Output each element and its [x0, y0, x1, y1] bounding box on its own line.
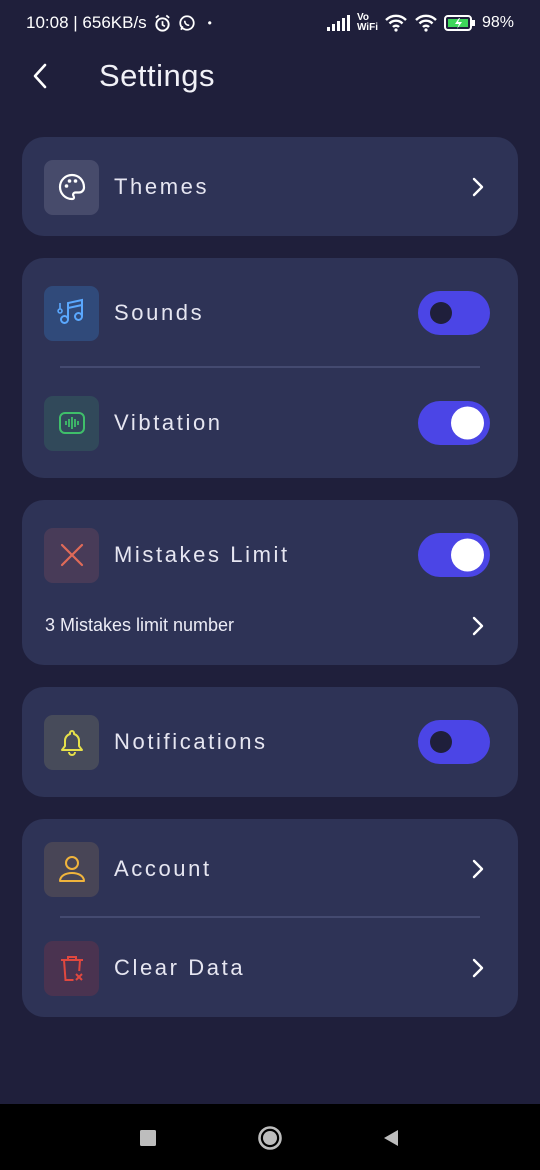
back-nav-button[interactable] [377, 1124, 405, 1152]
sounds-label: Sounds [114, 300, 205, 325]
vowifi-text: Vo WiFi [356, 12, 378, 33]
chevron-right-icon [468, 616, 488, 636]
themes-label: Themes [114, 174, 210, 199]
vibration-toggle[interactable] [418, 401, 490, 445]
mistakes-limit-number-label: 3 Mistakes limit number [45, 615, 235, 635]
status-right: Vo WiFi 98% [326, 12, 514, 33]
status-bar: 10:08 | 656KB/s • Vo WiFi 98% [0, 0, 540, 46]
mistakes-limit-toggle[interactable] [418, 533, 490, 577]
chevron-right-icon [468, 177, 488, 197]
wifi-icon [414, 14, 438, 32]
clear-data-row[interactable]: Clear Data [22, 928, 518, 1008]
settings-screen: 10:08 | 656KB/s • Vo WiFi 98% Settings T… [0, 0, 540, 1170]
wifi-calling-icon [384, 14, 408, 32]
app-header: Settings [0, 50, 540, 106]
battery-percent: 98% [481, 14, 514, 31]
trash-icon [44, 940, 99, 996]
music-note-icon [44, 285, 99, 341]
toggle-knob [451, 538, 484, 572]
account-row[interactable]: Account [22, 829, 518, 909]
vibration-icon [44, 395, 99, 451]
status-dot: • [207, 16, 212, 30]
divider [60, 366, 480, 368]
sound-vibration-card: Sounds Vibtation [22, 258, 518, 478]
mistakes-limit-label: Mistakes Limit [114, 542, 290, 567]
themes-card: Themes [22, 137, 518, 236]
back-button[interactable] [26, 62, 54, 90]
square-icon [140, 1130, 156, 1146]
toggle-knob [430, 731, 452, 753]
triangle-back-icon [384, 1130, 398, 1146]
battery-charging-icon [443, 14, 476, 32]
mistakes-limit-number-row[interactable]: 3 Mistakes limit number [22, 601, 518, 651]
system-nav-bar [0, 1104, 540, 1170]
chevron-left-icon [33, 63, 47, 89]
status-time: 10:08 | 656KB/s [26, 13, 147, 32]
sounds-row: Sounds [22, 273, 518, 353]
close-x-icon [44, 527, 99, 583]
account-label: Account [114, 856, 212, 881]
toggle-knob [430, 302, 452, 324]
circle-icon [258, 1126, 282, 1150]
home-button[interactable] [256, 1124, 284, 1152]
clear-data-label: Clear Data [114, 955, 246, 980]
mistakes-limit-row: Mistakes Limit [22, 515, 518, 595]
notifications-row: Notifications [22, 702, 518, 782]
toggle-knob [451, 406, 484, 440]
status-left: 10:08 | 656KB/s • [26, 13, 212, 33]
notifications-toggle[interactable] [418, 720, 490, 764]
sounds-toggle[interactable] [418, 291, 490, 335]
alarm-icon [153, 14, 172, 33]
mistakes-limit-card: Mistakes Limit 3 Mistakes limit number [22, 500, 518, 665]
whatsapp-icon [178, 14, 196, 32]
notifications-label: Notifications [114, 729, 268, 754]
divider [60, 916, 480, 918]
notifications-card: Notifications [22, 687, 518, 797]
recents-button[interactable] [134, 1124, 162, 1152]
account-card: Account Clear Data [22, 819, 518, 1017]
themes-row[interactable]: Themes [22, 147, 518, 227]
chevron-right-icon [468, 859, 488, 879]
vibration-label: Vibtation [114, 410, 223, 435]
user-icon [44, 841, 99, 897]
bell-icon [44, 714, 99, 770]
palette-icon [44, 159, 99, 215]
page-title: Settings [99, 58, 216, 93]
signal-icon [326, 15, 351, 31]
chevron-right-icon [468, 958, 488, 978]
vibration-row: Vibtation [22, 383, 518, 463]
